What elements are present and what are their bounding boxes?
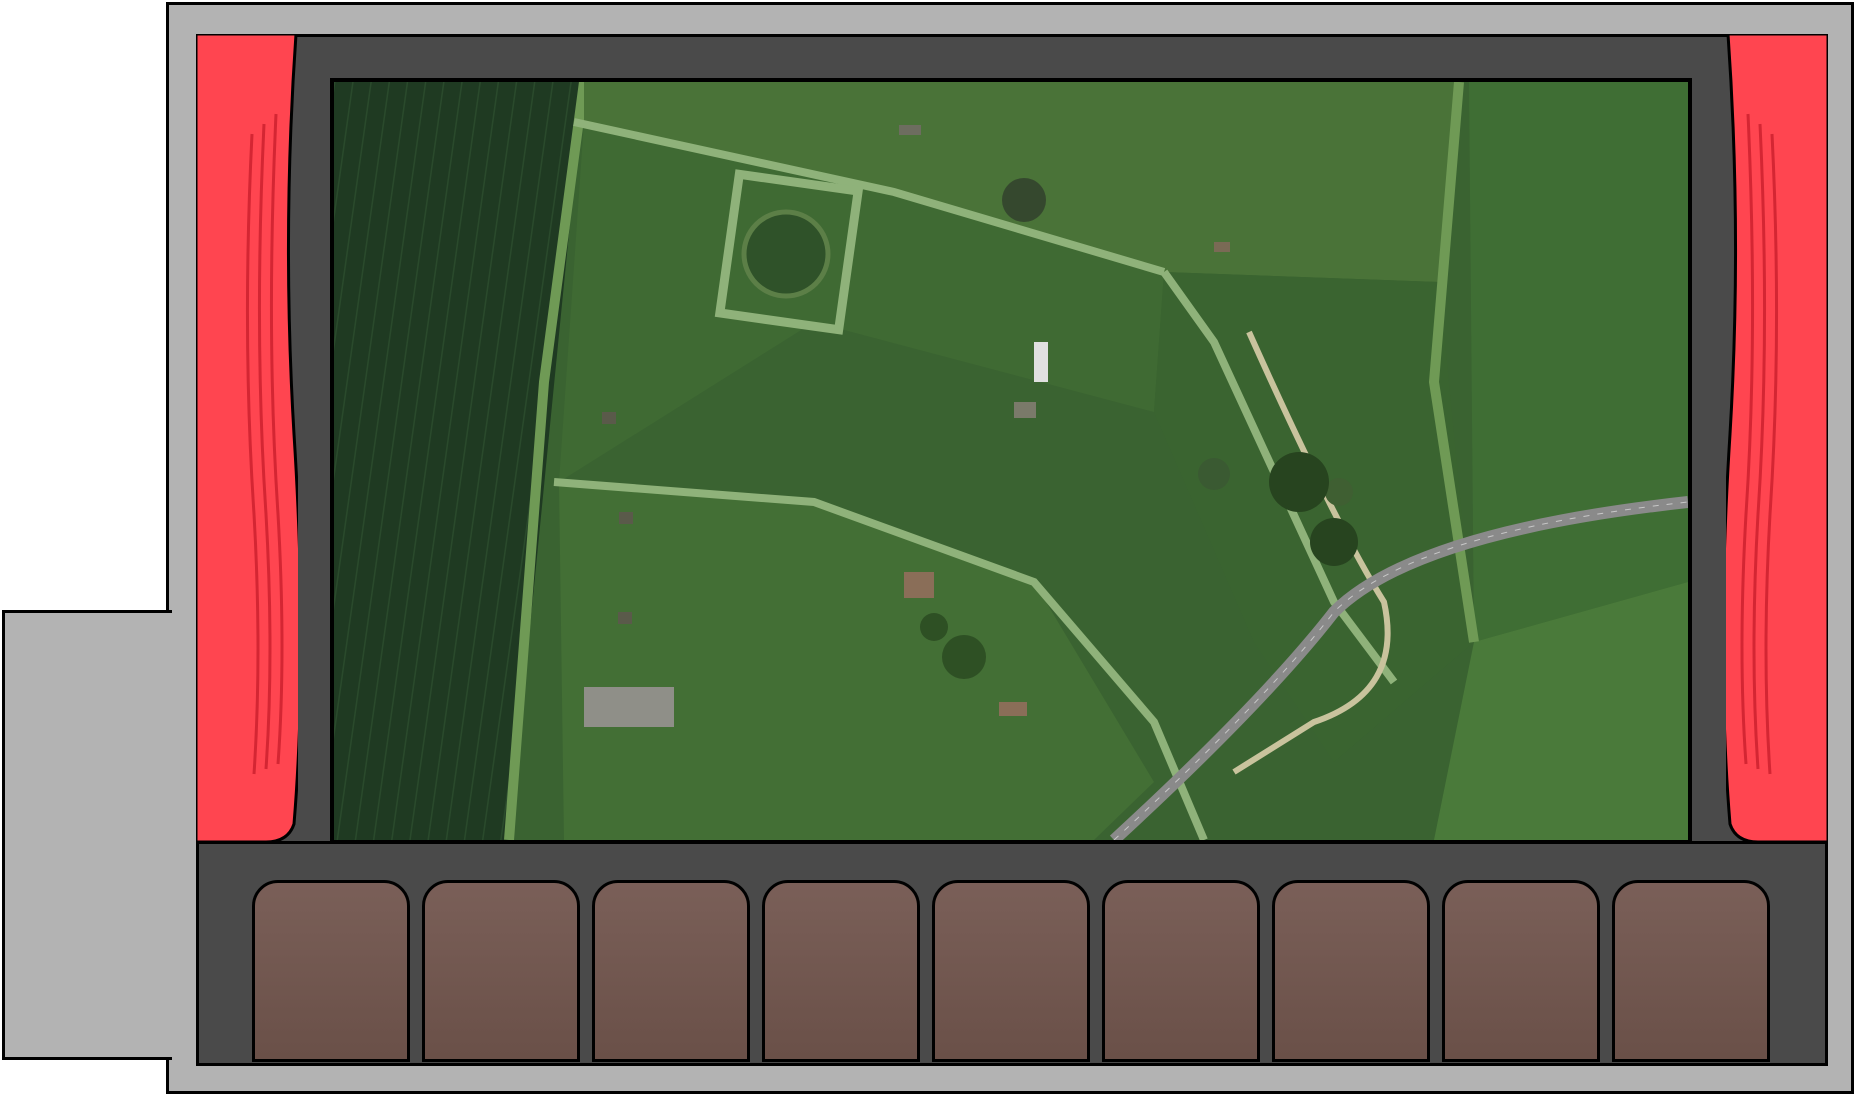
seat-3[interactable] [592,880,750,1062]
annex-joint [166,613,172,1057]
seat-7[interactable] [1272,880,1430,1062]
seat-4[interactable] [762,880,920,1062]
seat-2[interactable] [422,880,580,1062]
left-curtain [196,34,298,842]
seat-row [252,880,1772,1066]
right-curtain [1726,34,1828,842]
seat-9[interactable] [1612,880,1770,1062]
seat-8[interactable] [1442,880,1600,1062]
projection-screen [330,78,1692,844]
seat-1[interactable] [252,880,410,1062]
seat-6[interactable] [1102,880,1260,1062]
side-annex [2,610,172,1060]
aerial-farmland-image [334,82,1688,840]
seat-5[interactable] [932,880,1090,1062]
